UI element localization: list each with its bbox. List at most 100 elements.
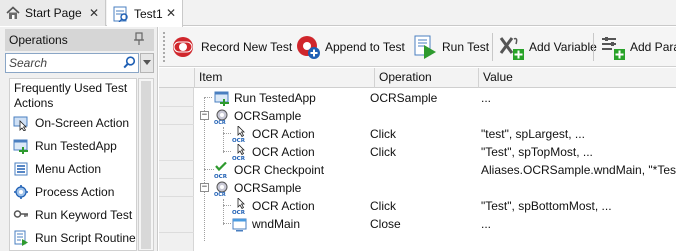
- cell-operation: [370, 179, 474, 197]
- operations-panel: Operations Frequently Used Test Actions …: [0, 27, 158, 251]
- list-item-label: Menu Action: [35, 161, 102, 176]
- list-item-label: Run Keyword Test: [35, 207, 133, 222]
- table-row[interactable]: OCR OCR Checkpoint Aliases.OCRSample.wnd…: [159, 161, 676, 179]
- ocr-action-icon: OCR: [232, 144, 246, 160]
- svg-text:OCR: OCR: [232, 156, 246, 160]
- grid-header: Item Operation Value: [159, 68, 676, 88]
- ocr-object-icon: OCR: [214, 109, 228, 124]
- search-input[interactable]: [5, 53, 139, 73]
- cell-operation: Click: [370, 199, 396, 213]
- record-new-test-label: Record New Test: [201, 40, 293, 54]
- cell-item: OCR Action: [252, 127, 315, 141]
- svg-text:OCR: OCR: [214, 174, 228, 178]
- cell-value: [481, 179, 676, 197]
- tab-test1[interactable]: Test1 ✕: [107, 0, 183, 27]
- search-dropdown-button[interactable]: [140, 53, 154, 73]
- cell-operation: Click: [370, 145, 396, 159]
- run-tested-app-icon: [13, 139, 28, 154]
- test-editor-toolbar: Record New Test Append to Test Run Test …: [159, 27, 676, 67]
- run-tested-app-icon: [214, 91, 229, 106]
- list-item-label: On-Screen Action: [35, 115, 130, 130]
- list-item-run-script-routine[interactable]: Run Script Routine: [10, 226, 136, 249]
- operations-group-title: Frequently Used Test Actions: [14, 81, 128, 110]
- record-icon: [173, 37, 193, 57]
- list-item-on-screen-action[interactable]: On-Screen Action: [10, 111, 136, 134]
- process-action-icon: [14, 184, 28, 199]
- table-row[interactable]: − OCR OCRSample: [159, 179, 676, 197]
- cell-operation: OCRSample: [370, 91, 438, 105]
- run-script-routine-icon: [14, 230, 28, 246]
- close-icon[interactable]: ✕: [166, 6, 176, 20]
- tab-label: Start Page: [25, 6, 82, 20]
- append-record-icon: [297, 36, 320, 59]
- append-to-test-button[interactable]: Append to Test: [295, 27, 405, 67]
- svg-text:OCR: OCR: [232, 138, 246, 142]
- cell-item: OCR Action: [252, 145, 315, 159]
- cell-value: "test", spLargest, ...: [481, 127, 585, 141]
- add-parameter-label: Add Para: [630, 40, 676, 54]
- add-variable-button[interactable]: Add Variable: [499, 27, 597, 67]
- list-item-menu-action[interactable]: Menu Action: [10, 157, 136, 180]
- window-icon: [232, 218, 247, 232]
- add-parameter-icon: [602, 37, 625, 60]
- svg-text:OCR: OCR: [214, 120, 226, 124]
- pin-icon[interactable]: [132, 32, 146, 46]
- run-keyword-test-icon: [13, 209, 28, 218]
- toolbar-separator: [492, 33, 493, 61]
- on-screen-action-icon: [13, 116, 28, 131]
- cell-item: Run TestedApp: [234, 91, 316, 105]
- cell-item: OCRSample: [234, 109, 302, 123]
- operations-panel-header: Operations: [5, 29, 154, 51]
- cell-operation: [370, 107, 474, 125]
- collapse-toggle[interactable]: −: [200, 183, 209, 192]
- run-test-label: Run Test: [442, 40, 490, 54]
- svg-text:OCR: OCR: [232, 210, 246, 214]
- list-item-run-keyword-test[interactable]: Run Keyword Test: [10, 203, 136, 226]
- ocr-action-icon: OCR: [232, 126, 246, 142]
- operations-list-scrollbar[interactable]: [138, 78, 154, 251]
- cell-value: ...: [481, 217, 492, 231]
- cell-value: ...: [481, 91, 492, 105]
- run-test-button[interactable]: Run Test: [412, 27, 489, 67]
- test-operations-grid: Item Operation Value Run TestedApp OCRSa…: [159, 68, 676, 251]
- cell-item: OCR Action: [252, 199, 315, 213]
- column-header-item[interactable]: Item: [194, 68, 374, 88]
- add-parameter-button[interactable]: Add Para: [600, 27, 676, 67]
- cell-item: wndMain: [252, 217, 301, 231]
- toolbar-grip[interactable]: [163, 32, 166, 62]
- operations-search: [5, 53, 154, 73]
- chevron-down-icon: [143, 60, 151, 65]
- ocr-action-icon: OCR: [232, 198, 246, 214]
- list-item-process-action[interactable]: Process Action: [10, 180, 136, 203]
- table-row[interactable]: Run TestedApp OCRSample ...: [159, 89, 676, 107]
- table-row[interactable]: wndMain Close ...: [159, 215, 676, 233]
- table-row[interactable]: − OCR OCRSample: [159, 107, 676, 125]
- add-variable-label: Add Variable: [529, 40, 597, 54]
- search-icon[interactable]: [123, 56, 136, 69]
- table-row[interactable]: OCR OCR Action Click "Test", spBottomMos…: [159, 197, 676, 215]
- list-item-label: Run Script Routine: [35, 230, 136, 245]
- close-icon[interactable]: ✕: [89, 6, 99, 20]
- tab-start-page[interactable]: Start Page ✕: [0, 0, 106, 26]
- collapse-toggle[interactable]: −: [200, 111, 209, 120]
- list-item-label: Run TestedApp: [35, 138, 117, 153]
- cell-value: [481, 107, 676, 125]
- list-item-run-testedapp[interactable]: Run TestedApp: [10, 134, 136, 157]
- keyword-test-icon: [113, 6, 128, 22]
- record-new-test-button[interactable]: Record New Test: [171, 27, 292, 67]
- ocr-object-icon: OCR: [214, 181, 228, 196]
- table-row[interactable]: OCR OCR Action Click "test", spLargest, …: [159, 125, 676, 143]
- cell-value: Aliases.OCRSample.wndMain, "*Test*": [481, 163, 676, 177]
- menu-action-icon: [14, 162, 28, 175]
- toolbar-separator: [593, 33, 594, 61]
- operations-panel-title: Operations: [9, 33, 68, 47]
- ocr-checkpoint-icon: OCR: [214, 162, 228, 178]
- cell-item: OCRSample: [234, 181, 302, 195]
- scrollbar-thumb[interactable]: [141, 81, 151, 249]
- cell-operation: Close: [370, 217, 401, 231]
- cell-value: "Test", spBottomMost, ...: [481, 199, 612, 213]
- column-header-value[interactable]: Value: [478, 68, 676, 88]
- table-row[interactable]: OCR OCR Action Click "Test", spTopMost, …: [159, 143, 676, 161]
- column-header-operation[interactable]: Operation: [374, 68, 478, 88]
- list-item-label: Process Action: [35, 184, 115, 199]
